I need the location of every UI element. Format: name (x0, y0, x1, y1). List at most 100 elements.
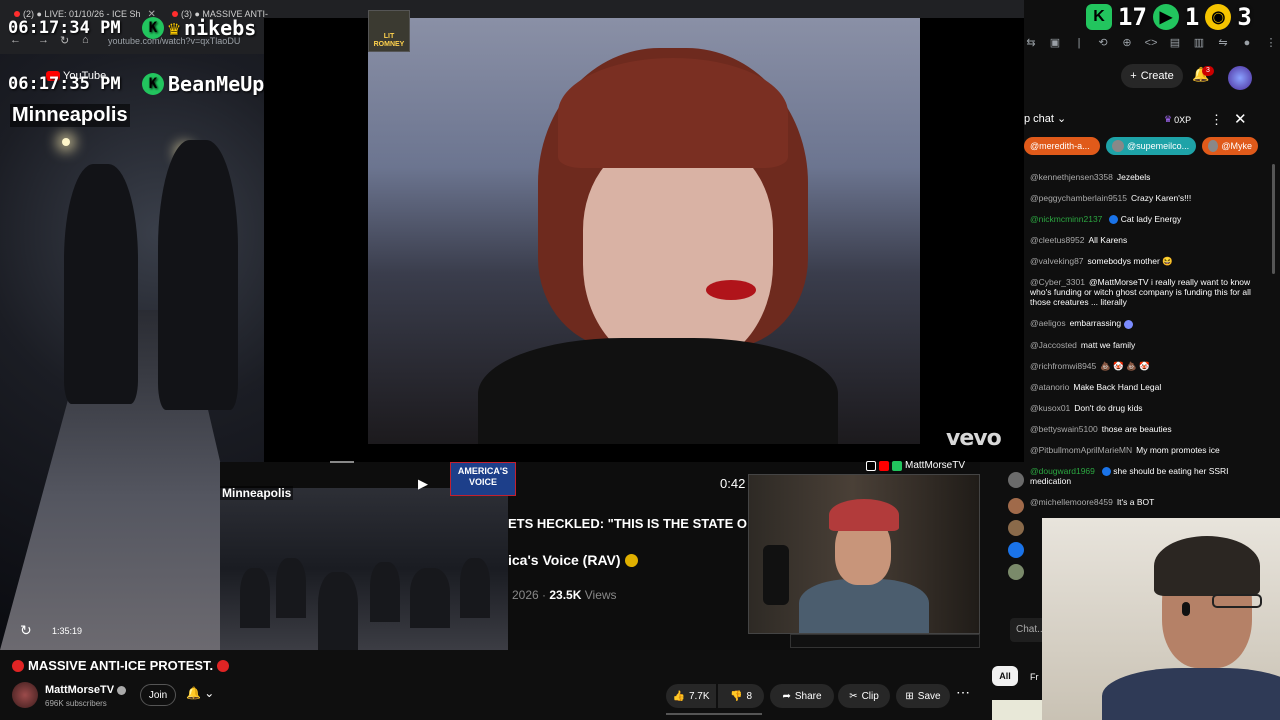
share-button[interactable]: ➦ Share (770, 684, 834, 708)
chat-author[interactable]: @atanorio (1030, 382, 1069, 392)
chat-author[interactable]: @kusox01 (1030, 403, 1070, 413)
x-icon (866, 460, 876, 471)
americas-voice-logo: AMERICA'S VOICE (450, 462, 516, 496)
microphone-shape (763, 545, 789, 605)
tweet-views-label: Views (584, 588, 617, 602)
more-options-icon[interactable]: ⋯ (956, 684, 970, 701)
lips-shape (706, 280, 756, 300)
tweet-video-time: 0:42 (720, 476, 746, 491)
pinned-user-pill[interactable]: @meredith-a... (1024, 137, 1100, 155)
code-icon[interactable]: <> (1144, 36, 1158, 50)
rumble-icon (892, 460, 902, 471)
chat-menu-icon[interactable]: ⋮ (1210, 112, 1223, 128)
tweet-progress-bar[interactable] (330, 461, 354, 463)
close-icon[interactable]: ✕ (1234, 110, 1247, 128)
tweet-date: 2026 (512, 588, 539, 602)
body-shape (478, 338, 838, 444)
shirt-shape (799, 579, 929, 633)
chat-author[interactable]: @michellemoore8459 (1030, 497, 1113, 507)
clip-button[interactable]: ✂ Clip (838, 684, 890, 708)
viewer-count: 3 (1237, 3, 1252, 31)
play-icon[interactable]: ▶ (418, 476, 428, 492)
chat-message: @kennethjensen3358 Jezebels (1030, 172, 1254, 182)
puzzle-icon[interactable]: ▣ (1048, 36, 1062, 50)
notification-bell-icon[interactable]: 🔔 ⌄ (186, 686, 214, 700)
crowd-figure (240, 568, 270, 628)
viewer-icon: ◉ (1205, 4, 1232, 30)
filter-chip-fr[interactable]: Fr (1030, 672, 1039, 682)
chat-author[interactable]: @kennethjensen3358 (1030, 172, 1113, 182)
profile-avatar[interactable] (1228, 66, 1252, 90)
notification-count-badge: 3 (1202, 66, 1214, 76)
chat-message: @richfromwi8945 💩 🤡 💩 🤡 (1030, 361, 1254, 371)
filter-chip-all[interactable]: All (992, 666, 1018, 686)
pinned-user-pill[interactable]: @Myke (1202, 137, 1258, 155)
dislike-count: 8 (746, 690, 752, 702)
chat-text: embarrassing (1069, 318, 1122, 329)
chat-author[interactable]: @richfromwi8945 (1030, 361, 1096, 371)
channel-name[interactable]: MattMorseTV (45, 684, 127, 696)
chat-message: @dougward1969 she should be eating her S… (1030, 466, 1254, 486)
crown-icon: ♛ (1164, 114, 1173, 124)
chat-author[interactable]: @peggychamberlain9515 (1030, 193, 1127, 203)
youtube-icon (879, 460, 889, 471)
overlay-username: K ♛ nikebs (142, 16, 256, 40)
chat-message-list: @kennethjensen3358 Jezebels @peggychamber… (1030, 172, 1254, 518)
save-icon: ⊞ (905, 690, 914, 702)
chat-author[interactable]: @valveking87 (1030, 256, 1084, 266)
like-ratio-bar (666, 713, 762, 715)
history-icon[interactable]: ⟲ (1096, 36, 1110, 50)
glasses-shape (1212, 594, 1262, 608)
replay-icon[interactable]: ↻ (20, 622, 32, 639)
member-badge-icon (1101, 466, 1111, 476)
bookmark-icon[interactable]: ⇋ (1216, 36, 1230, 50)
chat-text: Crazy Karen's!!! (1131, 193, 1192, 203)
sidepanel-icon[interactable]: ▤ (1168, 36, 1182, 50)
verified-badge-icon (624, 553, 638, 567)
protester-figure (64, 164, 138, 404)
chat-text: Jezebels (1116, 172, 1151, 182)
protester-figure (158, 140, 238, 410)
chat-author[interactable]: @PitbullmomAprilMarieMN (1030, 445, 1132, 455)
screenshot-icon[interactable]: ⊕ (1120, 36, 1134, 50)
kick-icon: K (142, 17, 164, 39)
chat-text: All Karens (1088, 235, 1128, 246)
chevron-down-icon: ⌄ (1057, 113, 1067, 125)
chat-message: @atanorio Make Back Hand Legal (1030, 382, 1254, 392)
save-button[interactable]: ⊞ Save (896, 684, 950, 708)
chat-message: @aeligos embarrassing (1030, 318, 1254, 329)
avatar (1008, 542, 1024, 558)
chat-author[interactable]: @nickmcminn2137 (1030, 214, 1102, 224)
chat-author[interactable]: @aeligos (1030, 318, 1066, 328)
menu-icon[interactable]: ⋮ (1264, 36, 1278, 50)
join-button[interactable]: Join (140, 684, 176, 706)
crowd-figure (276, 558, 306, 618)
save-label: Save (917, 690, 941, 702)
extension-icon[interactable]: ⇆ (1024, 36, 1038, 50)
pinned-user-pill[interactable]: @supemeilco... (1106, 137, 1196, 155)
tweet-video[interactable] (220, 488, 508, 650)
chat-author[interactable]: @Cyber_3301 (1030, 277, 1085, 287)
chat-author[interactable]: @Jaccosted (1030, 340, 1077, 350)
related-video-thumbnail[interactable] (992, 700, 1042, 720)
create-button[interactable]: + Create (1121, 64, 1183, 88)
video-duration: 1:35:19 (52, 626, 83, 636)
channel-avatar[interactable] (12, 682, 38, 708)
chat-scrollbar[interactable] (1272, 164, 1275, 274)
chat-text: Make Back Hand Legal (1073, 381, 1162, 392)
chat-author[interactable]: @bettyswain5100 (1030, 424, 1098, 434)
chat-author[interactable]: @cleetus8952 (1030, 235, 1084, 245)
like-button[interactable]: 👍 7.7K (666, 684, 716, 708)
dislike-button[interactable]: 👎 8 (718, 684, 764, 708)
chat-title-dropdown[interactable]: p chat ⌄ (1024, 112, 1066, 125)
xp-badge[interactable]: ♛ 0XP (1164, 114, 1191, 125)
tweet-headline: ETS HECKLED: "THIS IS THE STATE O (508, 516, 747, 531)
profile-icon[interactable]: ● (1240, 36, 1254, 50)
video-title-text: MASSIVE ANTI-ICE PROTEST. (28, 658, 214, 673)
tweet-author[interactable]: ica's Voice (RAV) (508, 552, 638, 568)
like-count: 7.7K (688, 690, 710, 702)
extension-toolbar: ⇆ ▣ | ⟲ ⊕ <> ▤ ▥ ⇋ ● ⋮ (1020, 32, 1280, 54)
tab-icon[interactable]: ▥ (1192, 36, 1206, 50)
webcam-name: MattMorseTV (905, 460, 966, 471)
chat-author[interactable]: @dougward1969 (1030, 466, 1095, 476)
